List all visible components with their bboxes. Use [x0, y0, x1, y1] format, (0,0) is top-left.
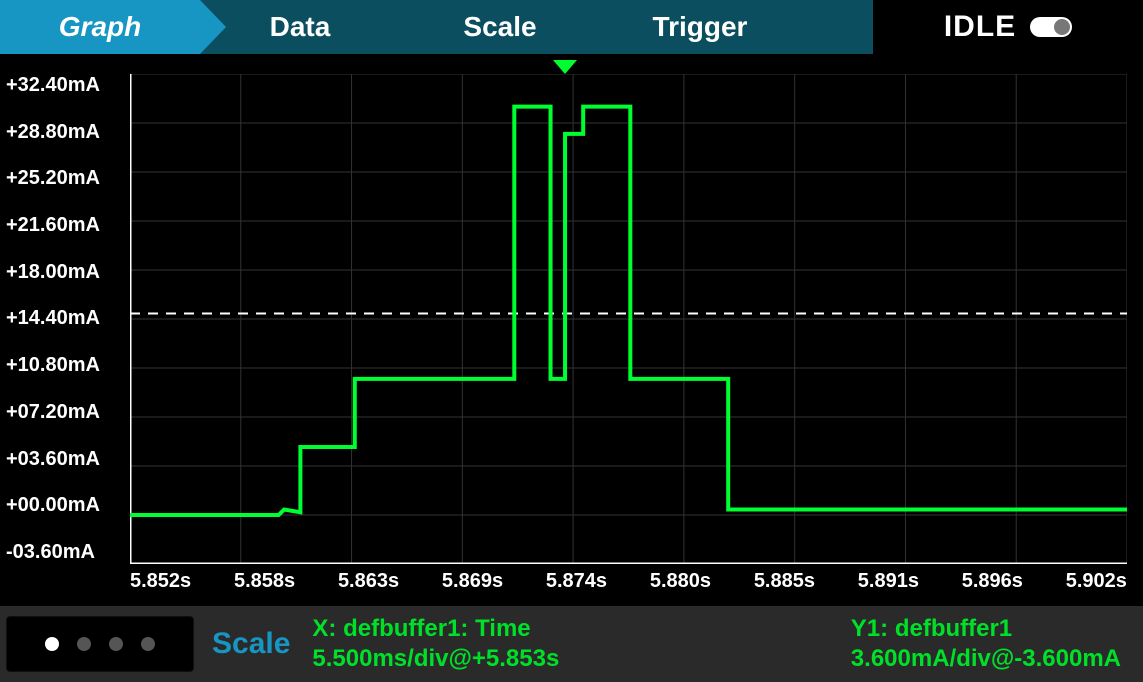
x-scale-info: X: defbuffer1: Time 5.500ms/div@+5.853s	[312, 614, 559, 674]
scale-label: Scale	[212, 627, 290, 661]
tab-trigger[interactable]: Trigger	[600, 0, 800, 54]
waveform-svg	[130, 74, 1127, 564]
y-tick-label: +14.40mA	[6, 307, 124, 330]
tab-bar: Graph Data Scale Trigger IDLE	[0, 0, 1143, 54]
y-tick-label: +21.60mA	[6, 214, 124, 237]
x-tick-label: 5.869s	[442, 570, 503, 604]
oscilloscope-screen: Graph Data Scale Trigger IDLE +32.40mA +2…	[0, 0, 1143, 682]
status-cell: IDLE	[873, 0, 1143, 54]
y-tick-label: +03.60mA	[6, 448, 124, 471]
x-tick-label: 5.863s	[338, 570, 399, 604]
y-scale-info: Y1: defbuffer1 3.600mA/div@-3.600mA	[851, 614, 1121, 674]
page-dot-4	[141, 637, 155, 651]
tab-label: Scale	[463, 11, 536, 43]
tab-label: Trigger	[653, 11, 748, 43]
x-tick-label: 5.885s	[754, 570, 815, 604]
x-scale-line2: 5.500ms/div@+5.853s	[312, 644, 559, 674]
x-tick-label: 5.880s	[650, 570, 711, 604]
x-tick-label: 5.891s	[858, 570, 919, 604]
tab-data[interactable]: Data	[200, 0, 400, 54]
bottom-bar: Scale X: defbuffer1: Time 5.500ms/div@+5…	[0, 606, 1143, 682]
trigger-marker-icon	[553, 60, 577, 74]
status-toggle-icon[interactable]	[1030, 17, 1072, 37]
x-tick-label: 5.852s	[130, 570, 191, 604]
y-tick-label: +32.40mA	[6, 74, 124, 97]
status-text: IDLE	[944, 10, 1016, 44]
y-tick-label: +10.80mA	[6, 354, 124, 377]
y-tick-label: +28.80mA	[6, 121, 124, 144]
x-tick-label: 5.896s	[962, 570, 1023, 604]
y-tick-label: -03.60mA	[6, 541, 124, 564]
tab-scale[interactable]: Scale	[400, 0, 600, 54]
plot-region[interactable]	[130, 74, 1127, 564]
page-dots[interactable]	[6, 616, 194, 672]
tab-graph[interactable]: Graph	[0, 0, 200, 54]
tab-label: Data	[270, 11, 331, 43]
x-tick-label: 5.858s	[234, 570, 295, 604]
y-tick-label: +25.20mA	[6, 167, 124, 190]
y-tick-label: +00.00mA	[6, 494, 124, 517]
x-tick-label: 5.874s	[546, 570, 607, 604]
x-scale-line1: X: defbuffer1: Time	[312, 614, 559, 644]
y-scale-line2: 3.600mA/div@-3.600mA	[851, 644, 1121, 674]
page-dot-3	[109, 637, 123, 651]
tab-label: Graph	[59, 11, 141, 43]
x-axis-labels: 5.852s 5.858s 5.863s 5.869s 5.874s 5.880s 5.88…	[130, 570, 1127, 604]
x-tick-label: 5.902s	[1066, 570, 1127, 604]
y-scale-line1: Y1: defbuffer1	[851, 614, 1121, 644]
y-axis-labels: +32.40mA +28.80mA +25.20mA +21.60mA +18.00mA…	[6, 74, 124, 564]
page-dot-1	[45, 637, 59, 651]
page-dot-2	[77, 637, 91, 651]
y-tick-label: +18.00mA	[6, 261, 124, 284]
y-tick-label: +07.20mA	[6, 401, 124, 424]
graph-area[interactable]: +32.40mA +28.80mA +25.20mA +21.60mA +18.00mA…	[0, 54, 1143, 606]
